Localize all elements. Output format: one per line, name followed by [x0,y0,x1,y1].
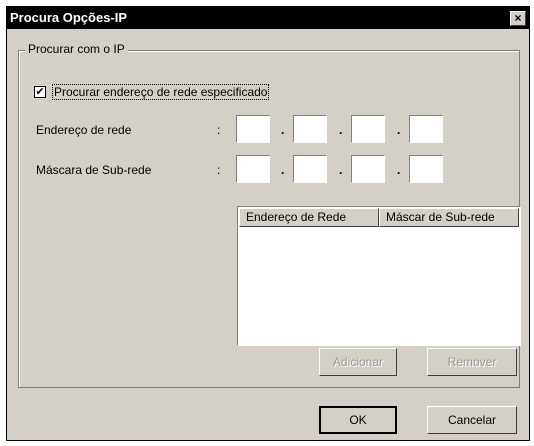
network-address-dot-2: . [339,123,343,137]
network-address-octet-3[interactable] [351,115,385,143]
network-address-octet-1[interactable] [236,115,270,143]
close-button[interactable]: × [510,11,526,26]
add-button[interactable]: Adicionar [319,348,397,376]
network-address-label: Endereço de rede [36,123,132,137]
group-title: Procurar com o IP [25,42,128,56]
subnet-mask-octet-4[interactable] [409,155,443,183]
cancel-button[interactable]: Cancelar [427,406,517,434]
network-address-dot-1: . [281,123,285,137]
title-bar: Procura Opções-IP × [7,7,529,29]
address-list[interactable]: Endereço de Rede Máscar de Sub-rede [237,206,521,346]
column-header-subnet-mask[interactable]: Máscar de Sub-rede [379,208,519,227]
ip-search-options-dialog: Procura Opções-IP × Procurar com o IP ✔ … [6,6,530,441]
subnet-mask-octet-2[interactable] [293,155,327,183]
subnet-mask-dot-1: . [281,163,285,177]
network-address-octet-2[interactable] [293,115,327,143]
subnet-mask-dot-3: . [397,163,401,177]
ok-button[interactable]: OK [319,406,397,434]
subnet-mask-label: Máscara de Sub-rede [36,163,152,177]
specified-network-checkbox[interactable]: ✔ [34,86,46,98]
network-address-colon: : [217,123,221,137]
subnet-mask-dot-2: . [339,163,343,177]
subnet-mask-octet-1[interactable] [236,155,270,183]
network-address-dot-3: . [397,123,401,137]
dialog-title: Procura Opções-IP [10,10,128,25]
column-header-network-address[interactable]: Endereço de Rede [239,208,379,227]
network-address-octet-4[interactable] [409,115,443,143]
subnet-mask-colon: : [217,163,221,177]
subnet-mask-octet-3[interactable] [351,155,385,183]
checkbox-label[interactable]: Procurar endereço de rede especificado [52,84,270,100]
remove-button[interactable]: Remover [427,348,517,376]
